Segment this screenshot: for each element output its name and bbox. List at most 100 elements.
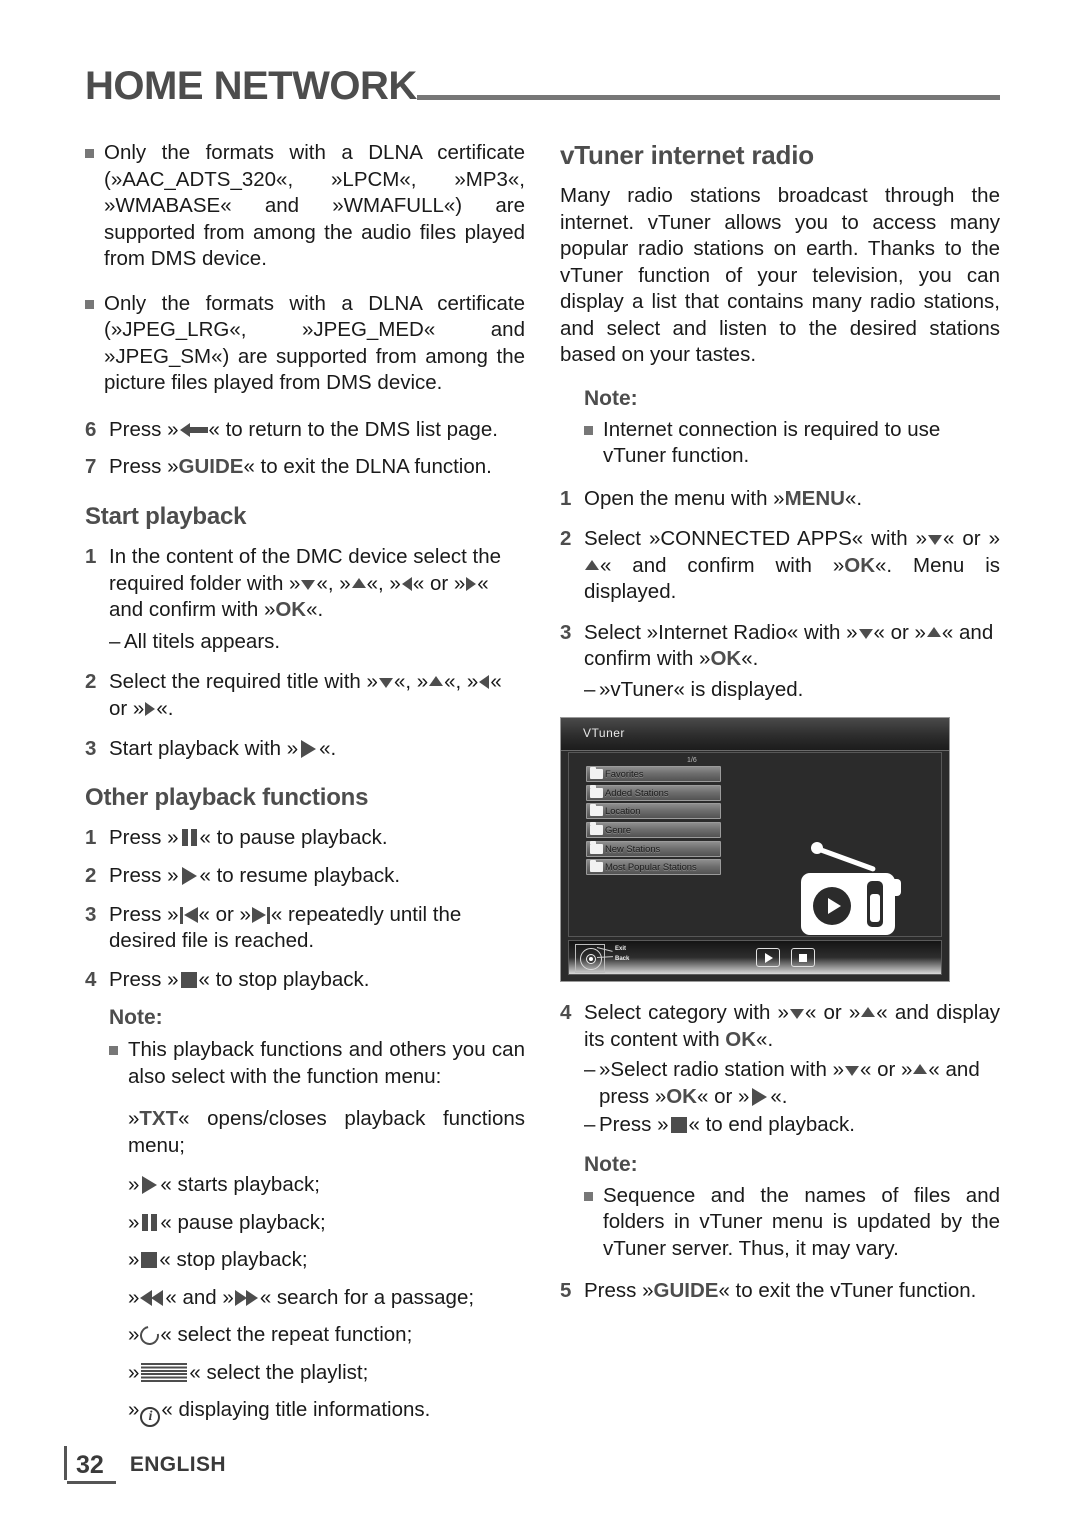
play-icon [142,1176,158,1195]
left-note-bullet: This playback functions and others you c… [109,1037,525,1090]
func-item-playlist-text: « select the playlist; [189,1360,369,1384]
func-item-repeat-text: « select the repeat function; [160,1323,413,1347]
other-playback-heading: Other playback functions [85,784,525,813]
vt4-sub1-d: « or » [696,1084,750,1108]
bullet-picture-formats-text: Only the formats with a DLNA certificate… [104,291,525,395]
op2-text: Press » « to resume playback. [109,863,525,890]
rewind-icon [140,1289,164,1306]
tv-menu-item-location[interactable]: Location [586,803,721,820]
play-icon [301,740,317,759]
vt4-text: Select category with » « or » « and displa… [584,1000,1000,1053]
tv-stop-button[interactable] [791,948,815,968]
left-note: Note: This playback functions and others… [85,1006,525,1428]
vtuner-step-5: 5 Press »GUIDE« to exit the vTuner funct… [560,1278,1000,1305]
tv-menu-item-label: Favorites [605,768,644,780]
stop-icon [180,971,197,988]
vt4-sub1-b: « or » [860,1058,913,1082]
square-bullet-icon [109,1046,118,1056]
vtuner-title: vTuner internet radio [560,140,814,170]
tv-menu-item-most-popular-stations[interactable]: Most Popular Stations [586,859,721,876]
tv-menu-item-new-stations[interactable]: New Stations [586,840,721,857]
square-bullet-icon [584,1191,593,1201]
vt1-t2: «. [844,486,863,510]
sp1-t6: «. [306,598,324,622]
tv-menu-item-favorites[interactable]: Favorites [586,766,721,783]
playlist-icon [141,1362,188,1382]
tv-bottom-bar: Exit Back [568,940,942,976]
func-item-stop: » « stop playback; [128,1248,308,1272]
start-playback-step-1-text: In the content of the DMC device select … [109,544,525,624]
op1-t1: Press » [109,825,179,849]
step-7: 7 Press »GUIDE« to exit the DLNA functio… [85,454,525,481]
sp2-t5: «. [156,696,174,720]
arrow-up-icon [429,676,444,687]
arrow-up-icon [913,1064,928,1075]
sp3-t2: «. [319,737,337,761]
sp1-t4: « or » [412,571,466,595]
ok-key-label: OK [725,1027,757,1051]
folder-icon [590,859,603,873]
start-playback-step-3: 3 Start playback with » «. [85,736,525,763]
vt5-t2: « to exit the vTuner function. [718,1279,977,1303]
radio-illustration-icon [795,839,907,939]
func-item-pause-text: « pause playback; [160,1210,326,1234]
sub-wrap: – All titels appears. [109,629,525,656]
vtuner-step-3-sub: – »vTuner« is displayed. [560,677,1000,704]
tv-menu-item-added-stations[interactable]: Added Stations [586,784,721,801]
vtuner-intro: Many radio stations broadcast through th… [560,184,1000,367]
func-item-search: » « and » « search for a passage; [128,1285,475,1309]
square-bullet-icon [584,425,593,435]
op2-t1: Press » [109,864,179,888]
func-item-info-text: « displaying title informations. [161,1398,431,1422]
arrow-right-icon [466,576,477,591]
stop-icon [670,1117,687,1134]
func-item-stop-text: « stop playback; [159,1248,308,1272]
sub-wrap: – Press » « to end playback. [584,1112,1000,1139]
vt4-t4: «. [756,1027,774,1051]
bullet-picture-formats: Only the formats with a DLNA certificate… [85,291,525,397]
tv-body: 1/6 Favorites Added Stations Location Ge… [568,752,942,939]
right-note-1-bullet: Internet connection is required to use v… [584,417,1000,470]
header-rule [416,95,1000,100]
op3-number: 3 [85,902,97,926]
tv-menu-item-label: New Stations [605,842,661,854]
arrow-down-icon [858,628,873,639]
txt-pre: » [128,1107,140,1131]
tv-menu-item-genre[interactable]: Genre [586,821,721,838]
vt2-text: Select »CONNECTED APPS« with » « or » « an… [584,526,1000,606]
dash-icon: – [584,677,596,701]
sp2-t3: «, » [444,670,479,694]
vt4-sub2-text: Press » « to end playback. [599,1112,1000,1139]
other-playback-step-3: 3 Press » « or » « repeatedly until the de… [85,902,525,955]
txt-key-label: TXT [139,1107,179,1131]
start-playback-step-1: 1 In the content of the DMC device selec… [85,544,525,624]
vt2-t3: « and confirm with » [600,553,845,577]
sp1-t3: «, » [366,571,401,595]
tv-menu-item-label: Location [605,805,641,817]
right-note-1-bullet-text: Internet connection is required to use v… [603,417,941,468]
guide-key-label: GUIDE [178,455,244,478]
vt5-number: 5 [560,1279,572,1303]
page-header: HOME NETWORK [85,48,1000,106]
right-note-2-title: Note: [584,1152,638,1176]
folder-icon [590,822,603,835]
vt4-sub1-a: »Select radio station with » [599,1058,844,1082]
sub-item: – »Select radio station with » « or » « an… [584,1057,1000,1110]
left-note-bullet-text: This playback functions and others you c… [128,1038,525,1088]
right-note-2: Note: Sequence and the names of files an… [560,1153,1000,1263]
right-note-2-bullet: Sequence and the names of files and fold… [584,1183,1000,1263]
op2-number: 2 [85,864,97,888]
func-item-search-text: « search for a passage; [259,1285,475,1309]
left-note-title: Note: [109,1006,163,1030]
ok-key-label: OK [844,553,876,577]
sub-item: – All titels appears. [109,629,525,656]
right-note-2-bullet-text: Sequence and the names of files and fold… [603,1183,1000,1260]
tv-play-button[interactable] [756,948,780,968]
tv-page-indicator: 1/6 [687,757,697,765]
arrow-left-icon [401,576,412,591]
square-bullet-icon [85,299,94,309]
vt3-sub-text: »vTuner« is displayed. [599,677,804,701]
step-7-post: « to exit the DLNA function. [243,455,492,478]
folder-icon [590,803,603,817]
right-note-1: Note: Internet connection is required to… [560,387,1000,470]
